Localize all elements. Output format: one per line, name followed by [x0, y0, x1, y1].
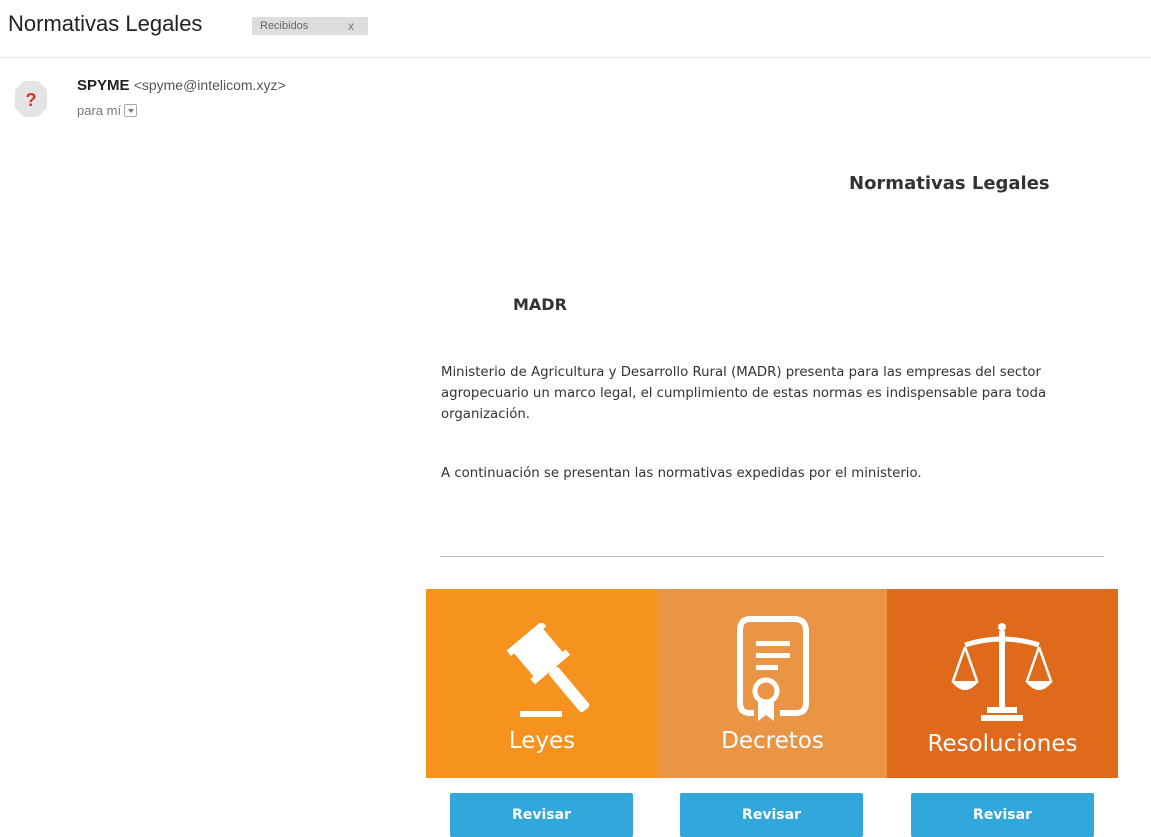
gavel-icon: [506, 623, 590, 717]
remove-label-button[interactable]: x: [348, 19, 354, 33]
tile-leyes-label: Leyes: [508, 728, 576, 754]
show-details-dropdown-icon[interactable]: [124, 104, 138, 118]
revisar-leyes-button[interactable]: Revisar: [450, 793, 633, 837]
revisar-resoluciones-button[interactable]: Revisar: [911, 793, 1094, 837]
tile-decretos[interactable]: Decretos: [658, 589, 887, 778]
tile-decretos-label: Decretos: [721, 728, 824, 754]
document-certificate-icon: [737, 616, 809, 721]
tile-resoluciones-label: Resoluciones: [927, 731, 1078, 757]
body-title: Normativas Legales: [849, 173, 1050, 194]
avatar-glyph: ?: [26, 90, 37, 110]
tile-leyes[interactable]: Leyes: [426, 589, 658, 778]
sender-email: <spyme@intelicom.xyz>: [133, 77, 286, 93]
scales-icon: [951, 623, 1053, 721]
org-heading: MADR: [513, 295, 567, 314]
sender-line: SPYME <spyme@intelicom.xyz>: [77, 77, 286, 94]
tile-resoluciones[interactable]: Resoluciones: [887, 589, 1118, 778]
unknown-sender-avatar-icon: ?: [15, 81, 47, 117]
recipient-text: para mí: [77, 103, 122, 118]
inbox-label-chip[interactable]: Recibidos x: [252, 17, 368, 35]
recipient-line: para mí: [77, 103, 138, 118]
email-subject: Normativas Legales: [8, 11, 203, 36]
intro-paragraph: Ministerio de Agricultura y Desarrollo R…: [441, 365, 1047, 422]
intro-paragraph-2: A continuación se presentan las normativ…: [441, 466, 922, 481]
divider: [440, 556, 1104, 557]
subject-bar: Normativas Legales Recibidos x: [0, 0, 1151, 58]
revisar-decretos-button[interactable]: Revisar: [680, 793, 863, 837]
inbox-label: Recibidos: [260, 20, 309, 32]
sender-name[interactable]: SPYME: [77, 77, 130, 94]
